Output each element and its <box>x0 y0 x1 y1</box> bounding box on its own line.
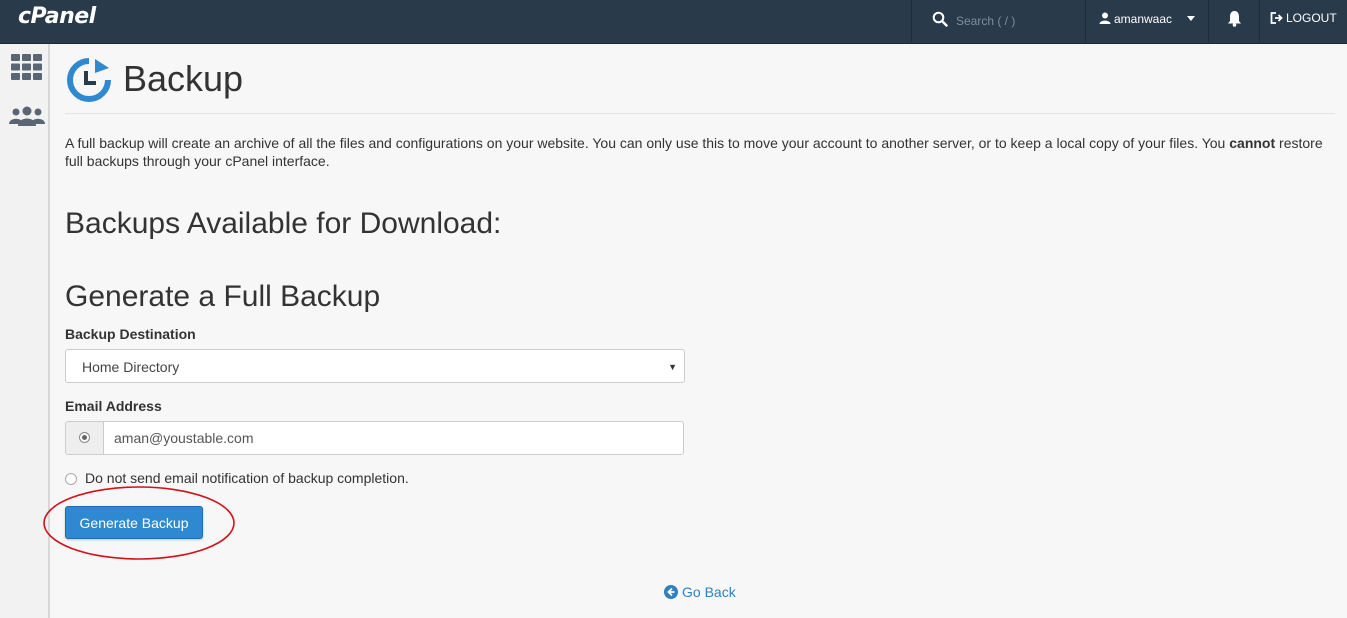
go-back-label: Go Back <box>682 584 736 600</box>
username-label: amanwaac <box>1114 12 1173 26</box>
user-menu[interactable]: amanwaac <box>1086 0 1208 44</box>
annotation-ellipse <box>43 486 235 560</box>
backup-clock-icon <box>67 58 111 102</box>
logout-icon <box>1270 12 1283 24</box>
users-icon[interactable] <box>9 106 45 126</box>
arrow-left-circle-icon <box>664 585 678 599</box>
search-icon <box>932 11 948 27</box>
cpanel-logo[interactable]: cPanel <box>18 4 96 29</box>
user-icon <box>1099 12 1111 24</box>
email-field-group <box>65 421 684 455</box>
backup-destination-value: Home Directory <box>82 359 180 375</box>
chevron-down-icon: ▼ <box>668 362 677 372</box>
email-radio-addon[interactable] <box>66 422 104 454</box>
backup-destination-select[interactable]: Home Directory ▼ <box>65 349 685 383</box>
email-radio-icon[interactable] <box>79 432 90 443</box>
generate-backup-heading: Generate a Full Backup <box>65 280 381 313</box>
page-header: Backup <box>65 52 1335 114</box>
page-title: Backup <box>123 58 244 99</box>
logout-link[interactable]: LOGOUT <box>1270 11 1337 25</box>
notifications-button[interactable] <box>1208 0 1260 44</box>
description-text-1: A full backup will create an archive of … <box>65 135 1230 151</box>
backups-available-heading: Backups Available for Download: <box>65 207 502 240</box>
email-address-label: Email Address <box>65 398 162 414</box>
search-box[interactable] <box>911 0 1086 44</box>
go-back-link[interactable]: Go Back <box>664 584 736 600</box>
backup-destination-label: Backup Destination <box>65 326 196 342</box>
email-field[interactable] <box>114 428 674 448</box>
grid-apps-icon[interactable] <box>11 54 42 80</box>
logout-label: LOGOUT <box>1286 11 1337 25</box>
search-input[interactable] <box>956 10 1076 32</box>
bell-icon <box>1228 11 1241 27</box>
description-bold: cannot <box>1229 135 1276 151</box>
page-description: A full backup will create an archive of … <box>65 134 1325 170</box>
chevron-down-icon <box>1187 16 1195 21</box>
top-navbar: cPanel amanwaac LOGOUT <box>0 0 1347 44</box>
